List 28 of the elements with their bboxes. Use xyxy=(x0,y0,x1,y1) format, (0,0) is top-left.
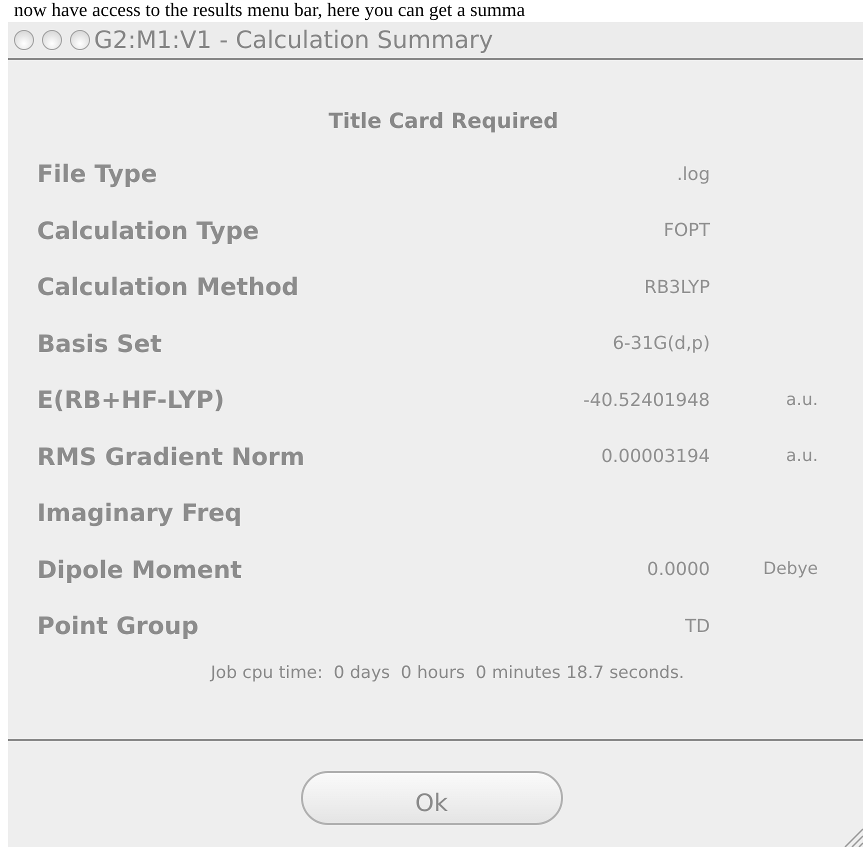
field-value: -40.52401948 xyxy=(583,388,710,413)
unit-label: a.u. xyxy=(786,445,818,468)
window-button[interactable] xyxy=(70,30,90,50)
field-label: File Type xyxy=(37,159,158,190)
field-label: Dipole Moment xyxy=(37,554,243,586)
field-value: TD xyxy=(685,614,710,639)
field-label: RMS Gradient Norm xyxy=(37,442,306,473)
field-label: Calculation Type xyxy=(37,216,260,247)
field-label: Calculation Method xyxy=(37,272,300,304)
unit-label: Debye xyxy=(763,558,818,581)
cpu-time-text: Job cpu time: 0 days 0 hours 0 minutes 18.7 seconds. xyxy=(210,662,684,684)
field-value: .log xyxy=(676,162,710,187)
field-label: E(RB+HF-LYP) xyxy=(37,385,226,416)
unit-label: a.u. xyxy=(786,388,818,412)
field-value: FOPT xyxy=(664,219,710,244)
page-text: now have access to the results menu bar, here you can get a summa xyxy=(14,0,526,22)
heading: Title Card Required xyxy=(328,108,558,135)
window-button[interactable] xyxy=(42,30,62,50)
field-value: 6-31G(d,p) xyxy=(612,332,710,356)
ok-button[interactable]: Ok xyxy=(300,771,562,825)
field-value: 0.00003194 xyxy=(601,445,710,470)
window-title: G2:M1:V1 - Calculation Summary xyxy=(94,25,494,56)
window-button[interactable] xyxy=(14,30,34,50)
field-label: Basis Set xyxy=(37,328,163,360)
field-label: Imaginary Freq xyxy=(37,498,243,530)
field-value: RB3LYP xyxy=(644,276,710,300)
field-value: 0.0000 xyxy=(647,558,710,582)
field-label: Point Group xyxy=(37,611,200,642)
